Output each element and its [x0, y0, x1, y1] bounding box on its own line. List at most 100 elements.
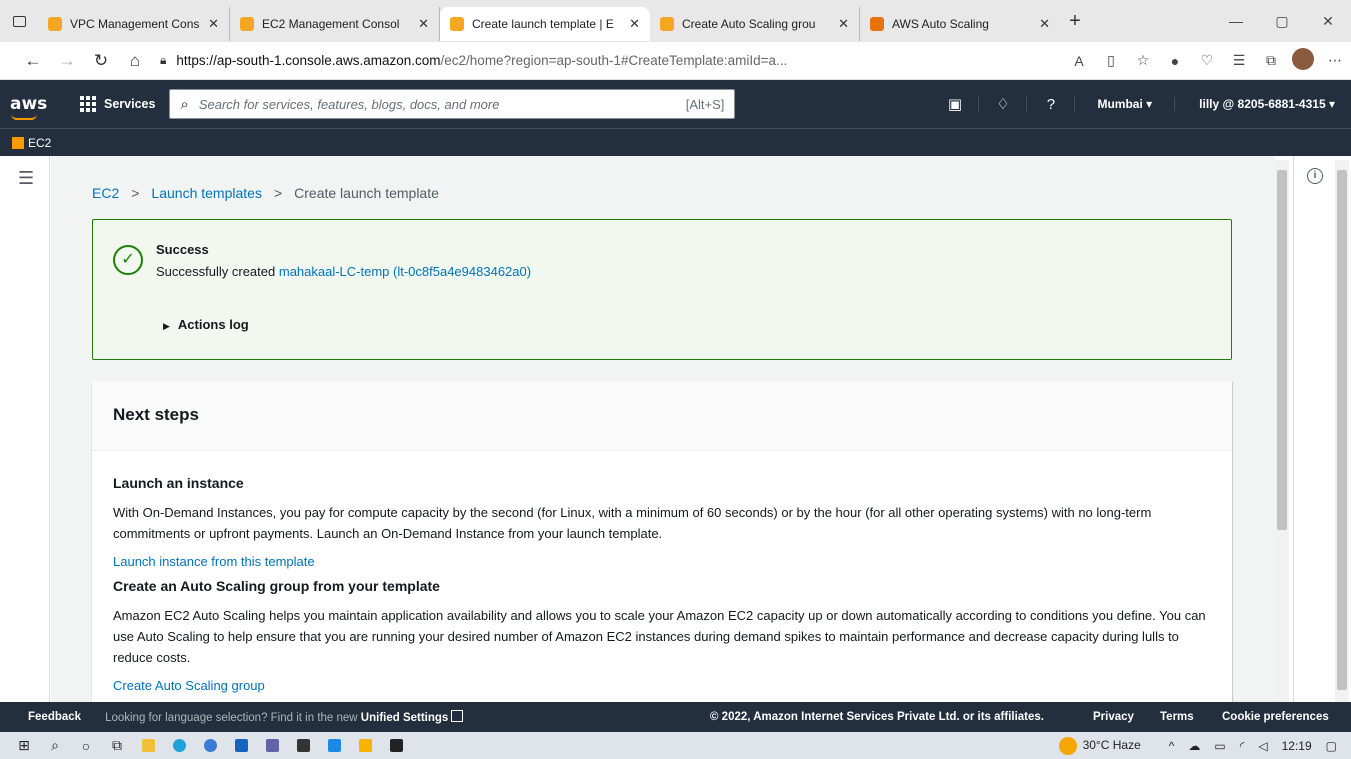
- close-icon[interactable]: ✕: [418, 16, 429, 32]
- browser-tab-strip: VPC Management Consol ✕ EC2 Management C…: [0, 0, 1351, 42]
- close-window-icon[interactable]: ✕: [1305, 0, 1351, 42]
- search-input[interactable]: ⌕ Search for services, features, blogs, …: [169, 89, 736, 119]
- favorite-star-icon[interactable]: ☆: [1127, 52, 1159, 69]
- caret-right-icon: ▶: [163, 321, 170, 331]
- breadcrumb-launch-templates[interactable]: Launch templates: [151, 185, 262, 201]
- taskbar-search-icon[interactable]: ⌕: [41, 736, 69, 756]
- home-icon[interactable]: ⌂: [118, 51, 152, 71]
- cloudshell-icon[interactable]: ▣: [931, 95, 980, 113]
- launch-instance-title: Launch an instance: [113, 475, 244, 491]
- language-notice: Looking for language selection? Find it …: [105, 710, 464, 724]
- task-view-icon[interactable]: ⧉: [103, 736, 131, 756]
- edge-browser-icon[interactable]: [165, 736, 193, 756]
- aws-cube-icon: [870, 17, 884, 31]
- back-icon[interactable]: ←: [16, 51, 50, 71]
- close-icon[interactable]: ✕: [629, 16, 640, 32]
- tray-overflow-icon[interactable]: ^: [1169, 739, 1175, 753]
- close-icon[interactable]: ✕: [838, 16, 849, 32]
- file-explorer-icon[interactable]: [134, 736, 162, 756]
- store-icon[interactable]: [289, 736, 317, 756]
- breadcrumb-ec2[interactable]: EC2: [92, 185, 119, 201]
- services-grid-icon: [80, 96, 96, 112]
- aws-favicon-icon: [240, 17, 254, 31]
- create-asg-link[interactable]: Create Auto Scaling group: [113, 678, 1211, 693]
- terminal-icon[interactable]: [382, 736, 410, 756]
- battery-icon[interactable]: ▭: [1214, 739, 1225, 753]
- aws-favicon-icon: [48, 17, 62, 31]
- services-menu-button[interactable]: Services: [80, 96, 155, 112]
- onedrive-icon[interactable]: ☁: [1188, 739, 1200, 753]
- main-content: EC2 > Launch templates > Create launch t…: [51, 156, 1275, 702]
- aws-favicon-icon: [660, 17, 674, 31]
- volume-icon[interactable]: ◁: [1258, 739, 1267, 753]
- collections-icon[interactable]: ⧉: [1255, 52, 1287, 69]
- created-template-link[interactable]: mahakaal-LC-temp (lt-0c8f5a4e9483462a0): [279, 264, 531, 279]
- wifi-icon[interactable]: ◜: [1240, 739, 1245, 753]
- menu-hamburger-icon[interactable]: ☰: [18, 168, 49, 189]
- more-menu-icon[interactable]: ⋯: [1319, 52, 1351, 69]
- next-steps-panel: Next steps Launch an instance With On-De…: [92, 381, 1232, 702]
- privacy-link[interactable]: Privacy: [1093, 711, 1134, 723]
- system-tray: 30°C Haze ^ ☁ ▭ ◜ ◁ 12:19 ▢: [1058, 732, 1351, 759]
- cookie-preferences-link[interactable]: Cookie preferences: [1222, 711, 1329, 723]
- maximize-icon[interactable]: ▢: [1259, 0, 1305, 42]
- minimize-icon[interactable]: —: [1213, 0, 1259, 42]
- vscode-icon[interactable]: [320, 736, 348, 756]
- region-selector[interactable]: Mumbai ▾: [1075, 97, 1176, 111]
- read-aloud-icon[interactable]: A: [1063, 53, 1095, 69]
- clock[interactable]: 12:19: [1282, 739, 1312, 753]
- windows-start-icon[interactable]: ⊞: [10, 736, 38, 756]
- browser-tab-vpc[interactable]: VPC Management Consol ✕: [38, 7, 230, 41]
- browser-tab-create-asg[interactable]: Create Auto Scaling grou ✕: [650, 7, 860, 41]
- account-menu[interactable]: lilly @ 8205-6881-4315 ▾: [1175, 97, 1351, 111]
- unified-settings-link[interactable]: Unified Settings: [361, 712, 449, 724]
- tab-actions-icon[interactable]: [0, 0, 38, 42]
- side-nav-rail: ☰: [0, 156, 50, 702]
- profile-avatar[interactable]: [1287, 48, 1319, 73]
- launch-instance-description: With On-Demand Instances, you pay for co…: [113, 505, 1152, 541]
- notifications-icon[interactable]: ▢: [1326, 739, 1337, 753]
- new-tab-button[interactable]: +: [1060, 10, 1090, 33]
- cortana-icon[interactable]: ○: [72, 736, 100, 756]
- ec2-service-icon: [12, 136, 24, 149]
- chrome-icon[interactable]: [196, 736, 224, 756]
- favorites-icon[interactable]: ☰: [1223, 52, 1255, 69]
- lock-icon[interactable]: 🔒︎: [160, 53, 166, 68]
- browser-tab-ec2[interactable]: EC2 Management Consol ✕: [230, 7, 440, 41]
- success-check-icon: ✓: [113, 245, 143, 275]
- refresh-icon[interactable]: ↻: [84, 51, 118, 71]
- teams-icon[interactable]: [258, 736, 286, 756]
- close-icon[interactable]: ✕: [1039, 16, 1050, 32]
- chevron-right-icon: >: [131, 185, 140, 201]
- notifications-bell-icon[interactable]: ♢: [979, 95, 1028, 113]
- launch-instance-link[interactable]: Launch instance from this template: [113, 554, 1211, 569]
- terms-link[interactable]: Terms: [1160, 711, 1194, 723]
- content-scrollbar[interactable]: [1275, 160, 1289, 702]
- outlook-icon[interactable]: [227, 736, 255, 756]
- browser-tab-aws-auto-scaling[interactable]: AWS Auto Scaling ✕: [860, 7, 1060, 41]
- help-icon[interactable]: ?: [1027, 95, 1076, 113]
- next-steps-heading: Next steps: [92, 381, 1232, 451]
- ec2-service-shortcut[interactable]: EC2: [28, 136, 51, 150]
- windows-taskbar: ⊞ ⌕ ○ ⧉ 30°C Haze ^ ☁ ▭ ◜ ◁ 12:19 ▢: [0, 732, 1351, 759]
- actions-log-toggle[interactable]: ▶ Actions log: [163, 317, 249, 332]
- browser-tab-create-launch-template[interactable]: Create launch template | E ✕: [440, 7, 650, 41]
- flash-title: Success: [156, 242, 209, 257]
- browser-essentials-icon[interactable]: ♡: [1191, 52, 1223, 69]
- weather-sun-icon: [1058, 736, 1077, 755]
- weather-widget[interactable]: 30°C Haze: [1058, 736, 1155, 755]
- sticky-app-icon[interactable]: [351, 736, 379, 756]
- url-field[interactable]: 🔒︎ https://ap-south-1.console.aws.amazon…: [160, 47, 1055, 75]
- aws-logo[interactable]: aws: [0, 94, 58, 120]
- search-icon: ⌕: [180, 95, 189, 113]
- feedback-link[interactable]: Feedback: [0, 711, 105, 723]
- page-scrollbar[interactable]: [1335, 160, 1349, 702]
- address-bar: ← → ↻ ⌂ 🔒︎ https://ap-south-1.console.aw…: [0, 42, 1351, 80]
- service-shortcut-bar: EC2: [0, 128, 1351, 156]
- forward-icon[interactable]: →: [50, 51, 84, 71]
- info-icon[interactable]: i: [1307, 168, 1323, 184]
- close-icon[interactable]: ✕: [208, 16, 219, 32]
- extension-icon[interactable]: ●: [1159, 53, 1191, 69]
- split-screen-icon[interactable]: ▯: [1095, 52, 1127, 69]
- aws-favicon-icon: [450, 17, 464, 31]
